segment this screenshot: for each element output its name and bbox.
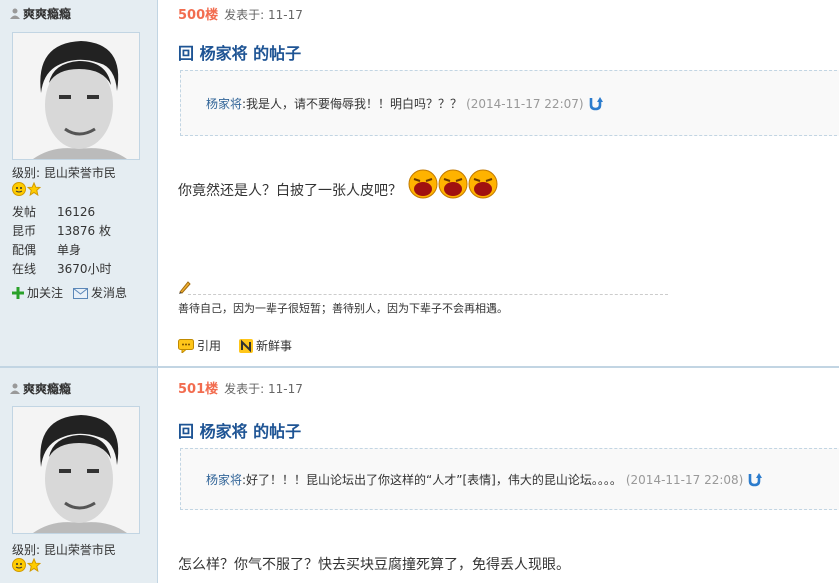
quote-username[interactable]: 杨家将 xyxy=(206,95,242,112)
post-500: 爽爽瘾瘾 级别: 昆山荣誉市民 发帖 16126 昆币 13876 枚 配偶 单身 xyxy=(0,0,839,366)
quote-time: (2014-11-17 22:08) xyxy=(625,472,744,487)
stat-online: 在线 3670小时 xyxy=(12,260,112,279)
smiley-icon xyxy=(12,182,26,196)
quote-text-row: 杨家将 :我是人，请不要侮辱我！！明白吗？？？ (2014-11-17 22:0… xyxy=(206,95,603,112)
author-actions: 加关注 发消息 xyxy=(12,284,127,301)
jump-to-quote-icon[interactable] xyxy=(588,96,603,111)
stat-spouse: 配偶 单身 xyxy=(12,241,112,260)
stat-value: 3670小时 xyxy=(57,262,112,276)
news-button[interactable]: 新鲜事 xyxy=(239,337,292,354)
avatar[interactable] xyxy=(12,406,140,534)
avatar-image xyxy=(13,407,139,533)
envelope-icon xyxy=(73,287,89,299)
post-actions: 引用 新鲜事 xyxy=(178,337,292,354)
send-message-button[interactable]: 发消息 xyxy=(73,284,127,301)
level-label: 级别: xyxy=(12,543,41,557)
stat-label: 昆币 xyxy=(12,224,37,238)
stat-label: 在线 xyxy=(12,262,37,276)
quote-text-row: 杨家将 :好了！！！昆山论坛出了你这样的“人才”[表情]，伟大的昆山论坛。。。。… xyxy=(206,471,763,488)
rank-icons xyxy=(12,558,41,572)
post-body: 怎么样？你气不服了？快去买块豆腐撞死算了，免得丢人现眼。 xyxy=(178,554,570,574)
stat-posts: 发帖 16126 xyxy=(12,203,112,222)
author-name-text[interactable]: 爽爽瘾瘾 xyxy=(23,5,71,22)
post-body-text: 你竟然还是人？白披了一张人皮吧？ xyxy=(178,183,402,199)
stat-label: 发帖 xyxy=(12,205,37,219)
user-stats: 发帖 16126 昆币 13876 枚 配偶 单身 在线 3670小时 xyxy=(12,203,112,279)
user-level: 级别: 昆山荣誉市民 xyxy=(12,164,116,181)
signature: 善待自己，因为一辈子很短暂；善待别人，因为下辈子不会再相遇。 xyxy=(178,281,668,316)
follow-button[interactable]: 加关注 xyxy=(12,284,63,301)
emoticons xyxy=(408,169,498,199)
smiley-icon xyxy=(12,558,26,572)
quote-text: :好了！！！昆山论坛出了你这样的“人才”[表情]，伟大的昆山论坛。。。。 xyxy=(242,473,622,487)
post-header: 500楼 发表于: 11-17 xyxy=(178,4,303,23)
post-title: 回 杨家将 的帖子 xyxy=(178,422,302,441)
avatar-image xyxy=(13,33,139,159)
post-body: 你竟然还是人？白披了一张人皮吧？ xyxy=(178,169,498,200)
signature-divider xyxy=(188,294,668,295)
rank-icons xyxy=(12,182,41,196)
author-name-text[interactable]: 爽爽瘾瘾 xyxy=(23,380,71,397)
stat-coins: 昆币 13876 枚 xyxy=(12,222,112,241)
star-icon xyxy=(27,182,41,196)
message-label[interactable]: 发消息 xyxy=(91,284,127,301)
quote-icon xyxy=(178,338,194,353)
post-body-text: 怎么样？你气不服了？快去买块豆腐撞死算了，免得丢人现眼。 xyxy=(178,557,570,573)
author-name[interactable]: 爽爽瘾瘾 xyxy=(10,5,71,22)
post-501: 爽爽瘾瘾 级别: 昆山荣誉市民 501楼 发表于: 11-17 回 杨家将 的帖… xyxy=(0,368,839,583)
quote-time: (2014-11-17 22:07) xyxy=(466,96,584,111)
stat-value: 13876 枚 xyxy=(57,224,111,238)
user-level: 级别: 昆山荣誉市民 xyxy=(12,541,116,558)
news-icon xyxy=(239,338,254,353)
signature-text: 善待自己，因为一辈子很短暂；善待别人，因为下辈子不会再相遇。 xyxy=(178,302,508,315)
post-time: 发表于: 11-17 xyxy=(224,8,303,22)
user-icon xyxy=(10,8,20,19)
stat-label: 配偶 xyxy=(12,243,37,257)
level-value: 昆山荣誉市民 xyxy=(43,543,116,557)
quote-block: 杨家将 :好了！！！昆山论坛出了你这样的“人才”[表情]，伟大的昆山论坛。。。。… xyxy=(180,448,839,510)
laughing-emoticon xyxy=(438,169,468,199)
stat-value: 单身 xyxy=(57,243,82,257)
news-label[interactable]: 新鲜事 xyxy=(256,337,292,354)
quote-label[interactable]: 引用 xyxy=(197,337,221,354)
quote-username[interactable]: 杨家将 xyxy=(206,471,242,488)
quote-text: :我是人，请不要侮辱我！！明白吗？？？ xyxy=(242,97,463,111)
star-icon xyxy=(27,558,41,572)
jump-to-quote-icon[interactable] xyxy=(747,472,763,487)
floor-number[interactable]: 501楼 xyxy=(178,378,218,397)
post-content: 500楼 发表于: 11-17 回 杨家将 的帖子 杨家将 :我是人，请不要侮辱… xyxy=(158,0,839,366)
floor-number[interactable]: 500楼 xyxy=(178,4,218,23)
post-content: 501楼 发表于: 11-17 回 杨家将 的帖子 杨家将 :好了！！！昆山论坛… xyxy=(158,368,839,583)
follow-label[interactable]: 加关注 xyxy=(27,284,63,301)
pencil-icon xyxy=(179,281,191,294)
laughing-emoticon xyxy=(468,169,498,199)
stat-value: 16126 xyxy=(57,205,96,219)
level-label: 级别: xyxy=(12,166,41,180)
post-header: 501楼 发表于: 11-17 xyxy=(178,378,303,397)
user-icon xyxy=(10,383,20,394)
quote-block: 杨家将 :我是人，请不要侮辱我！！明白吗？？？ (2014-11-17 22:0… xyxy=(180,70,839,136)
laughing-emoticon xyxy=(408,169,438,199)
post-title: 回 杨家将 的帖子 xyxy=(178,44,302,63)
author-sidebar: 爽爽瘾瘾 级别: 昆山荣誉市民 发帖 16126 昆币 13876 枚 配偶 单身 xyxy=(0,0,158,366)
plus-icon xyxy=(12,286,24,299)
post-time: 发表于: 11-17 xyxy=(224,382,303,396)
level-value: 昆山荣誉市民 xyxy=(43,166,116,180)
avatar[interactable] xyxy=(12,32,140,160)
author-name[interactable]: 爽爽瘾瘾 xyxy=(10,380,71,397)
quote-button[interactable]: 引用 xyxy=(178,337,221,354)
author-sidebar: 爽爽瘾瘾 级别: 昆山荣誉市民 xyxy=(0,368,158,583)
